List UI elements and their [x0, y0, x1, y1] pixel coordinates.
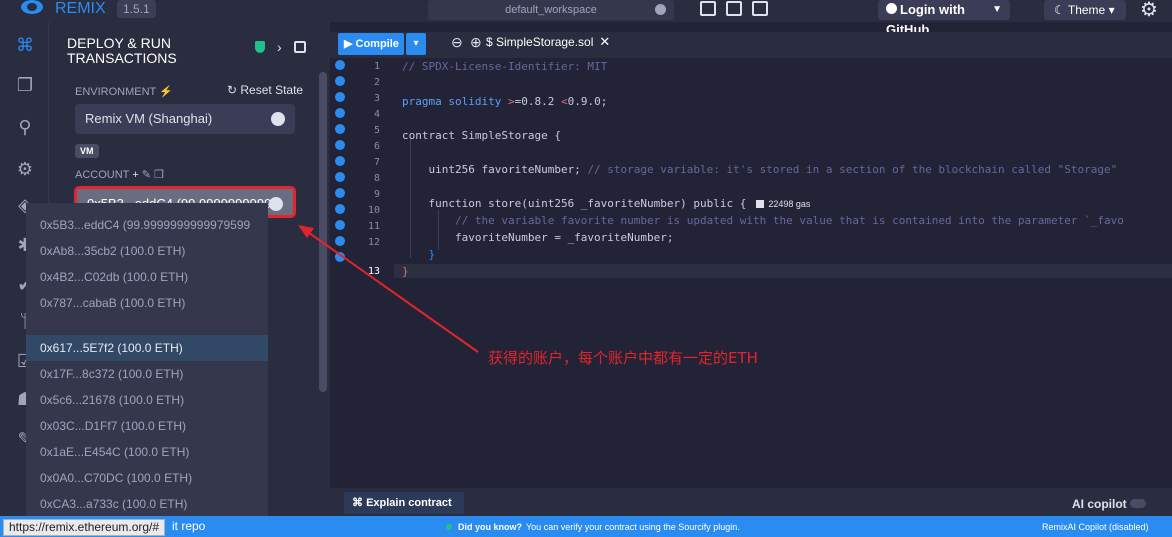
git-repo-status[interactable]: it repo — [172, 519, 205, 534]
url-tooltip: https://remix.ethereum.org/# — [3, 519, 166, 536]
did-you-know-tip[interactable]: Did you know? You can verify your contrac… — [446, 522, 740, 532]
copilot-status[interactable]: RemixAI Copilot (disabled) — [1042, 522, 1149, 532]
annotation-text: 获得的账户，每个账户中都有一定的ETH — [488, 349, 758, 367]
did-you-know-label: Did you know? — [458, 522, 522, 532]
tip-dot-icon — [446, 524, 452, 530]
annotation-arrow — [298, 225, 479, 353]
tip-text: You can verify your contract using the S… — [526, 522, 740, 532]
